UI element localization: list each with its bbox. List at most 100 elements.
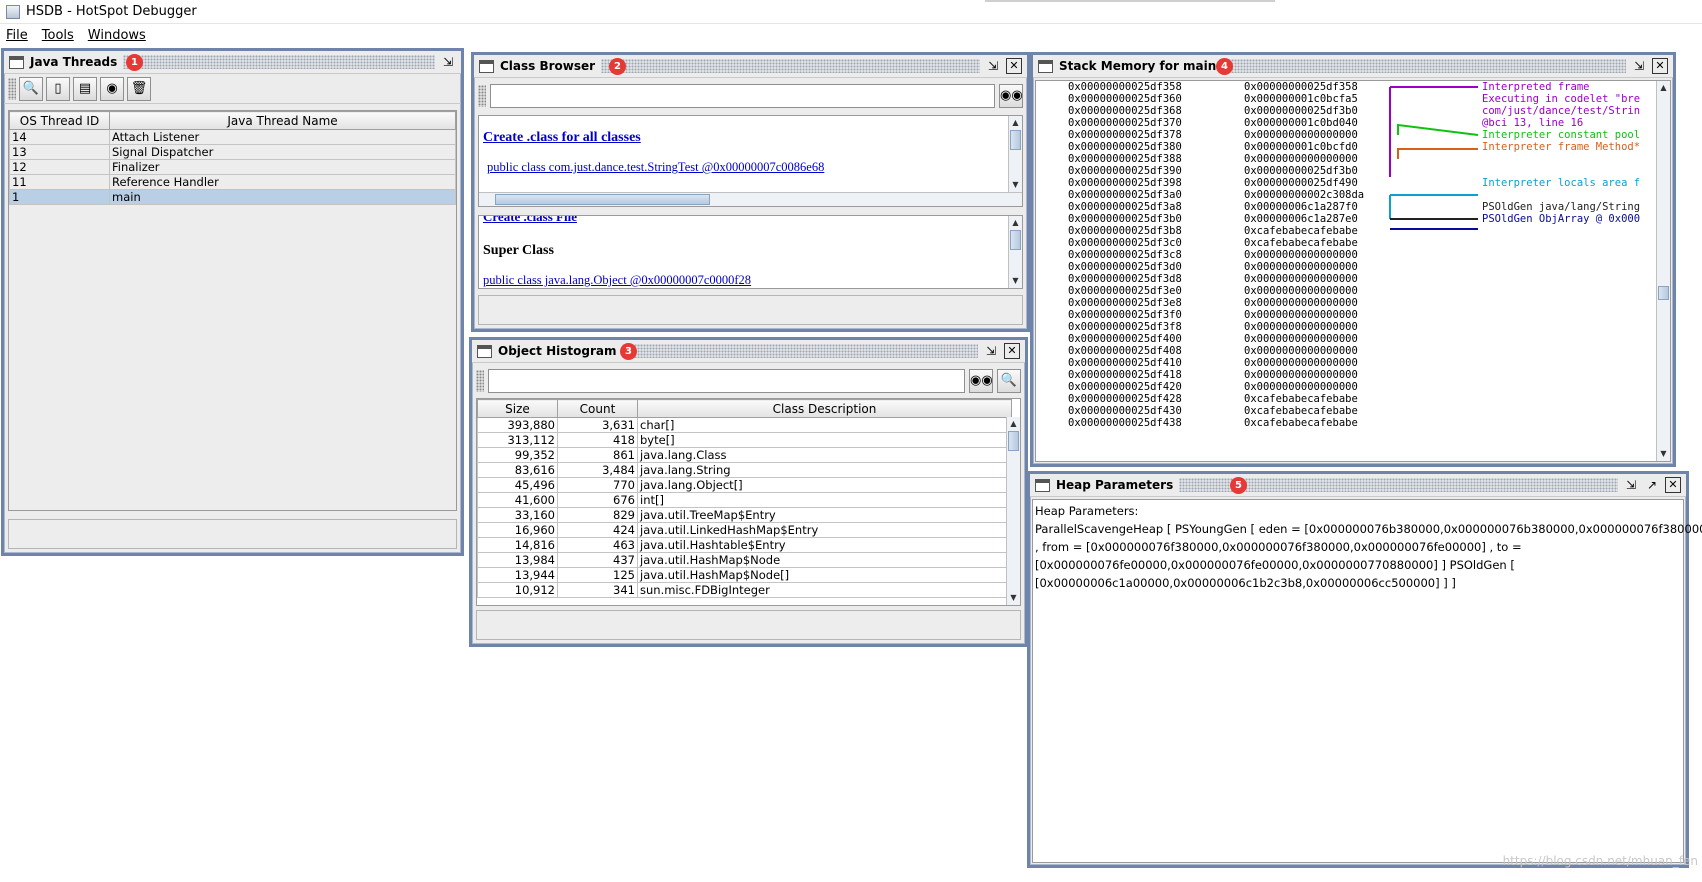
stack-row: 0x00000000025df3c8 0x0000000000000000	[1068, 249, 1364, 261]
col-count[interactable]: Count	[557, 399, 638, 418]
class-item-link[interactable]: public class com.just.dance.test.StringT…	[487, 160, 1018, 175]
col-os-thread-id[interactable]: OS Thread ID	[9, 111, 110, 130]
restore-icon[interactable]: ⇲	[1631, 58, 1647, 74]
stack-value: 0x00000000025df490	[1244, 177, 1358, 189]
magnifier-icon[interactable]: 🔍	[997, 369, 1021, 393]
table-row[interactable]: 14,816 463 java.util.Hashtable$Entry	[477, 537, 1012, 553]
create-class-file-link[interactable]: Create .class File	[483, 216, 1018, 225]
size-cell: 393,880	[477, 417, 558, 433]
close-icon[interactable]: ✕	[1006, 58, 1022, 74]
restore-icon[interactable]: ⇲	[440, 54, 456, 70]
table-row[interactable]: 313,112 418 byte[]	[477, 432, 1012, 448]
menu-bar: File Tools Windows	[0, 24, 1702, 46]
restore-icon[interactable]: ⇲	[985, 58, 1001, 74]
close-icon[interactable]: ✕	[1004, 343, 1020, 359]
col-java-thread-name[interactable]: Java Thread Name	[109, 111, 456, 130]
stack-value: 0x0000000000000000	[1244, 297, 1358, 309]
col-class-description[interactable]: Class Description	[637, 399, 1012, 418]
stack-memory-titlebar[interactable]: Stack Memory for main ⇲ ✕	[1033, 55, 1673, 78]
class-description-cell: java.util.HashMap$Node[]	[637, 567, 1012, 583]
table-row[interactable]: 45,496 770 java.lang.Object[]	[477, 477, 1012, 493]
stack-annotation: Interpreter constant pool	[1482, 129, 1641, 141]
menu-file[interactable]: File	[6, 28, 28, 43]
table-row[interactable]: 41,600 676 int[]	[477, 492, 1012, 508]
menu-windows[interactable]: Windows	[88, 28, 146, 43]
table-row[interactable]: 13,944 125 java.util.HashMap$Node[]	[477, 567, 1012, 583]
close-icon[interactable]: ✕	[1665, 477, 1681, 493]
table-row[interactable]: 14 Attach Listener	[9, 129, 456, 145]
table-row[interactable]: 99,352 861 java.lang.Class	[477, 447, 1012, 463]
stack-address: 0x00000000025df400	[1068, 333, 1182, 345]
stack-vscroll[interactable]: ▲ ▼	[1656, 81, 1670, 461]
count-cell: 3,484	[557, 462, 638, 478]
class-browser-titlebar[interactable]: Class Browser ⇲ ✕	[474, 55, 1027, 78]
table-row[interactable]: 1 main	[9, 189, 456, 205]
menu-tools[interactable]: Tools	[42, 28, 74, 43]
stack-annotation-lines	[1390, 86, 1479, 230]
col-size[interactable]: Size	[477, 399, 558, 418]
object-histogram-titlebar[interactable]: Object Histogram ⇲ ✕	[472, 340, 1025, 363]
stack-address: 0x00000000025df3a8	[1068, 201, 1182, 213]
table-row[interactable]: 10,912 341 sun.misc.FDBigInteger	[477, 582, 1012, 598]
size-cell: 33,160	[477, 507, 558, 523]
table-row[interactable]: 12 Finalizer	[9, 159, 456, 175]
histogram-search-input[interactable]	[488, 369, 965, 393]
heap-parameters-frame: Heap Parameters ⇲ ↗ ✕ 5 Heap Parameters:…	[1027, 471, 1702, 868]
show-stack-icon[interactable]: ▤	[73, 76, 97, 101]
maximize-icon[interactable]: ↗	[1644, 477, 1660, 493]
class-description-cell: java.util.TreeMap$Entry	[637, 507, 1012, 523]
binoculars-icon[interactable]: ◉◉	[999, 84, 1023, 108]
stack-memory-icon[interactable]: ▯	[46, 76, 70, 101]
class-list-vscroll[interactable]: ▲ ▼	[1008, 116, 1022, 192]
stack-address: 0x00000000025df3f0	[1068, 309, 1182, 321]
table-row[interactable]: 16,960 424 java.util.LinkedHashMap$Entry	[477, 522, 1012, 538]
class-search-input[interactable]	[490, 84, 995, 108]
super-class-link[interactable]: public class java.lang.Object @0x0000000…	[483, 273, 1018, 288]
restore-icon[interactable]: ⇲	[1623, 477, 1639, 493]
table-row[interactable]: 11 Reference Handler	[9, 174, 456, 190]
class-list-hscroll[interactable]	[479, 192, 1022, 206]
stack-row: 0x00000000025df370 0x000000001c0bd040	[1068, 117, 1364, 129]
heap-parameters-title: Heap Parameters	[1056, 478, 1174, 492]
stack-row: 0x00000000025df438 0xcafebabecafebabe	[1068, 417, 1364, 429]
stack-value: 0x00000006c1a287e0	[1244, 213, 1358, 225]
stack-address: 0x00000000025df3e8	[1068, 297, 1182, 309]
table-row[interactable]: 83,616 3,484 java.lang.String	[477, 462, 1012, 478]
class-browser-frame: Class Browser ⇲ ✕ 2 ◉◉ Create .class for…	[471, 52, 1030, 332]
badge-2: 2	[609, 58, 626, 75]
stack-row: 0x00000000025df430 0xcafebabecafebabe	[1068, 405, 1364, 417]
table-row[interactable]: 33,160 829 java.util.TreeMap$Entry	[477, 507, 1012, 523]
table-row[interactable]: 13 Signal Dispatcher	[9, 144, 456, 160]
trash-icon[interactable]: 🗑	[127, 76, 151, 101]
heap-parameter-line: ParallelScavengeHeap [ PSYoungGen [ eden…	[1035, 522, 1702, 536]
stack-value: 0xcafebabecafebabe	[1244, 237, 1358, 249]
stack-row: 0x00000000025df3b0 0x00000006c1a287e0	[1068, 213, 1364, 225]
histogram-vscroll[interactable]: ▲ ▼	[1006, 417, 1020, 605]
inspect-thread-icon[interactable]: 🔍	[19, 76, 43, 101]
table-row[interactable]: 393,880 3,631 char[]	[477, 417, 1012, 433]
top-divider	[985, 0, 1275, 2]
restore-icon[interactable]: ⇲	[983, 343, 999, 359]
thread-info-icon[interactable]: ◉	[100, 76, 124, 101]
class-list-pane: Create .class for all classes public cla…	[478, 115, 1023, 207]
size-cell: 83,616	[477, 462, 558, 478]
histogram-table: Size Count Class Description 393,880 3,63…	[477, 399, 1012, 598]
size-cell: 16,960	[477, 522, 558, 538]
stack-address: 0x00000000025df3c8	[1068, 249, 1182, 261]
stack-address: 0x00000000025df398	[1068, 177, 1182, 189]
frame-icon	[479, 59, 494, 73]
class-description-cell: java.lang.String	[637, 462, 1012, 478]
class-detail-vscroll[interactable]: ▲ ▼	[1008, 216, 1022, 288]
stack-address: 0x00000000025df3e0	[1068, 285, 1182, 297]
binoculars-icon[interactable]: ◉◉	[969, 369, 993, 393]
create-class-all-link[interactable]: Create .class for all classes	[483, 130, 1018, 146]
table-row[interactable]: 13,984 437 java.util.HashMap$Node	[477, 552, 1012, 568]
stack-value: 0x0000000000000000	[1244, 369, 1358, 381]
stack-address: 0x00000000025df428	[1068, 393, 1182, 405]
class-description-cell: java.util.Hashtable$Entry	[637, 537, 1012, 553]
java-threads-titlebar[interactable]: Java Threads ⇲	[4, 51, 461, 74]
count-cell: 829	[557, 507, 638, 523]
java-app-icon	[6, 4, 20, 19]
close-icon[interactable]: ✕	[1652, 58, 1668, 74]
heap-parameters-titlebar[interactable]: Heap Parameters ⇲ ↗ ✕	[1030, 474, 1686, 497]
